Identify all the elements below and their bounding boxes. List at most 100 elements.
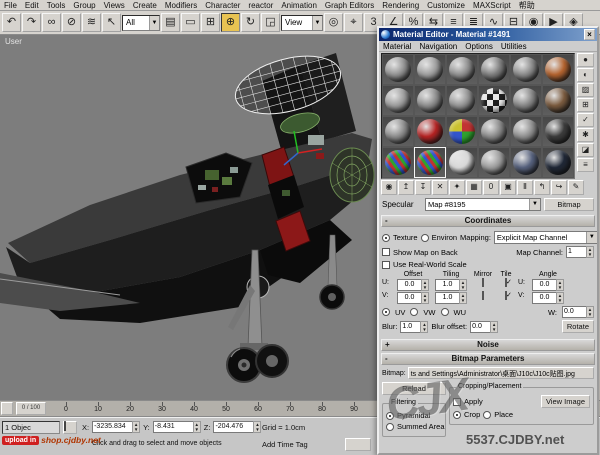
u-tile-checkbox[interactable]: [505, 278, 507, 287]
u-mirror-checkbox[interactable]: [482, 278, 484, 287]
v-tile-checkbox[interactable]: [505, 291, 507, 300]
coordinates-rollout-header[interactable]: - Coordinates: [381, 215, 595, 227]
menu-item[interactable]: Character: [201, 1, 244, 10]
material-sample-slot[interactable]: [542, 54, 574, 85]
select-by-name-icon[interactable]: ▤: [161, 13, 180, 32]
select-and-manipulate-icon[interactable]: ⌖: [344, 13, 363, 32]
material-sample-slot[interactable]: [478, 54, 510, 85]
put-material-to-scene-icon[interactable]: ↥: [398, 180, 414, 195]
video-color-check-icon[interactable]: ✓: [577, 113, 594, 127]
select-and-scale-icon[interactable]: ◲: [261, 13, 280, 32]
keyboard-shortcut-toggle[interactable]: [345, 438, 371, 451]
material-sample-slot[interactable]: [478, 116, 510, 147]
rotate-button[interactable]: Rotate: [562, 320, 594, 333]
spinner[interactable]: [586, 246, 594, 258]
go-to-parent-icon[interactable]: ↰: [534, 180, 550, 195]
perspective-viewport[interactable]: User: [0, 35, 378, 400]
unlink-selection-icon[interactable]: ⊘: [62, 13, 81, 32]
material-sample-slot[interactable]: [542, 85, 574, 116]
select-object-icon[interactable]: ↖: [102, 13, 121, 32]
material-sample-slot[interactable]: [446, 147, 478, 178]
texture-radio[interactable]: [382, 234, 390, 242]
background-icon[interactable]: ▨: [577, 83, 594, 97]
options-icon[interactable]: ✱: [577, 128, 594, 142]
material-sample-slot[interactable]: [382, 54, 414, 85]
spinner[interactable]: [556, 292, 564, 304]
redo-icon[interactable]: ↷: [22, 13, 41, 32]
viewport-label[interactable]: User: [5, 37, 22, 46]
menu-item[interactable]: Group: [69, 1, 99, 10]
material-map-navigator-icon[interactable]: ≡: [577, 158, 594, 172]
spinner[interactable]: [459, 292, 467, 304]
menu-item[interactable]: Utilities: [497, 42, 531, 51]
map-type-button[interactable]: Bitmap: [544, 198, 594, 211]
assign-material-to-selection-icon[interactable]: ↧: [415, 180, 431, 195]
material-sample-slot[interactable]: [446, 85, 478, 116]
menu-item[interactable]: Edit: [21, 1, 43, 10]
place-radio[interactable]: [483, 411, 491, 419]
wu-radio[interactable]: [441, 308, 449, 316]
material-sample-slot[interactable]: [446, 116, 478, 147]
make-material-copy-icon[interactable]: ✦: [449, 180, 465, 195]
spinner[interactable]: [421, 292, 429, 304]
menu-item[interactable]: File: [0, 1, 21, 10]
spinner[interactable]: [420, 321, 428, 333]
material-sample-slot[interactable]: [414, 54, 446, 85]
material-sample-slot[interactable]: [510, 85, 542, 116]
use-real-world-scale-checkbox[interactable]: [382, 261, 390, 269]
u-offset-field[interactable]: 0.0: [397, 279, 429, 291]
uv-radio[interactable]: [382, 308, 390, 316]
reset-map-icon[interactable]: ✕: [432, 180, 448, 195]
menu-item[interactable]: MAXScript: [469, 1, 515, 10]
menu-item[interactable]: Tools: [43, 1, 70, 10]
menu-item[interactable]: 帮助: [515, 0, 539, 11]
v-mirror-checkbox[interactable]: [482, 291, 484, 300]
material-editor-titlebar[interactable]: Material Editor - Material #1491 ×: [379, 28, 597, 41]
spinner[interactable]: [253, 421, 261, 433]
view-image-button[interactable]: View Image: [541, 395, 590, 408]
spinner[interactable]: [421, 279, 429, 291]
material-sample-slot[interactable]: [382, 147, 414, 178]
spinner[interactable]: [193, 421, 201, 433]
close-icon[interactable]: ×: [584, 29, 595, 40]
menu-item[interactable]: Navigation: [415, 42, 461, 51]
noise-rollout-header[interactable]: + Noise: [381, 339, 595, 351]
material-sample-slot[interactable]: [478, 147, 510, 178]
select-and-move-icon[interactable]: ⊕: [221, 13, 240, 32]
sample-uv-tiling-icon[interactable]: ⊞: [577, 98, 594, 112]
put-to-library-icon[interactable]: ▦: [466, 180, 482, 195]
map-name-dropdown[interactable]: Map #8195 ▼: [425, 198, 541, 211]
blur-offset-field[interactable]: 0.0: [470, 321, 498, 333]
get-material-icon[interactable]: ◉: [381, 180, 397, 195]
y-coordinate-field[interactable]: -8.431: [153, 421, 201, 433]
menu-item[interactable]: Options: [461, 42, 497, 51]
rectangular-selection-icon[interactable]: ▭: [181, 13, 200, 32]
spinner[interactable]: [132, 421, 140, 433]
selection-filter-dropdown[interactable]: All ▼: [122, 15, 160, 31]
x-coordinate-field[interactable]: -3235.834: [92, 421, 140, 433]
menu-item[interactable]: Views: [100, 1, 129, 10]
material-sample-slot[interactable]: [542, 116, 574, 147]
menu-item[interactable]: Graph Editors: [321, 1, 378, 10]
u-tiling-field[interactable]: 1.0: [435, 279, 467, 291]
bitmap-parameters-rollout-header[interactable]: - Bitmap Parameters: [381, 353, 595, 365]
go-forward-to-sibling-icon[interactable]: ↪: [551, 180, 567, 195]
bind-to-spacewarp-icon[interactable]: ≋: [82, 13, 101, 32]
backlight-icon[interactable]: ◐: [577, 68, 594, 82]
add-time-tag[interactable]: Add Time Tag: [262, 440, 308, 449]
menu-item[interactable]: Rendering: [378, 1, 423, 10]
material-sample-slot[interactable]: [446, 54, 478, 85]
sample-type-icon[interactable]: ●: [577, 53, 594, 67]
spinner[interactable]: [490, 321, 498, 333]
material-sample-slot[interactable]: [510, 54, 542, 85]
time-slider-handle[interactable]: 0 / 100: [16, 402, 46, 415]
menu-item[interactable]: Animation: [277, 1, 321, 10]
show-map-on-back-checkbox[interactable]: [382, 248, 390, 256]
reference-coordinate-dropdown[interactable]: View ▼: [281, 15, 323, 31]
material-sample-slot[interactable]: [414, 116, 446, 147]
undo-icon[interactable]: ↶: [2, 13, 21, 32]
spinner[interactable]: [459, 279, 467, 291]
show-end-result-icon[interactable]: Ⅱ: [517, 180, 533, 195]
v-tiling-field[interactable]: 1.0: [435, 292, 467, 304]
select-by-material-icon[interactable]: ◪: [577, 143, 594, 157]
